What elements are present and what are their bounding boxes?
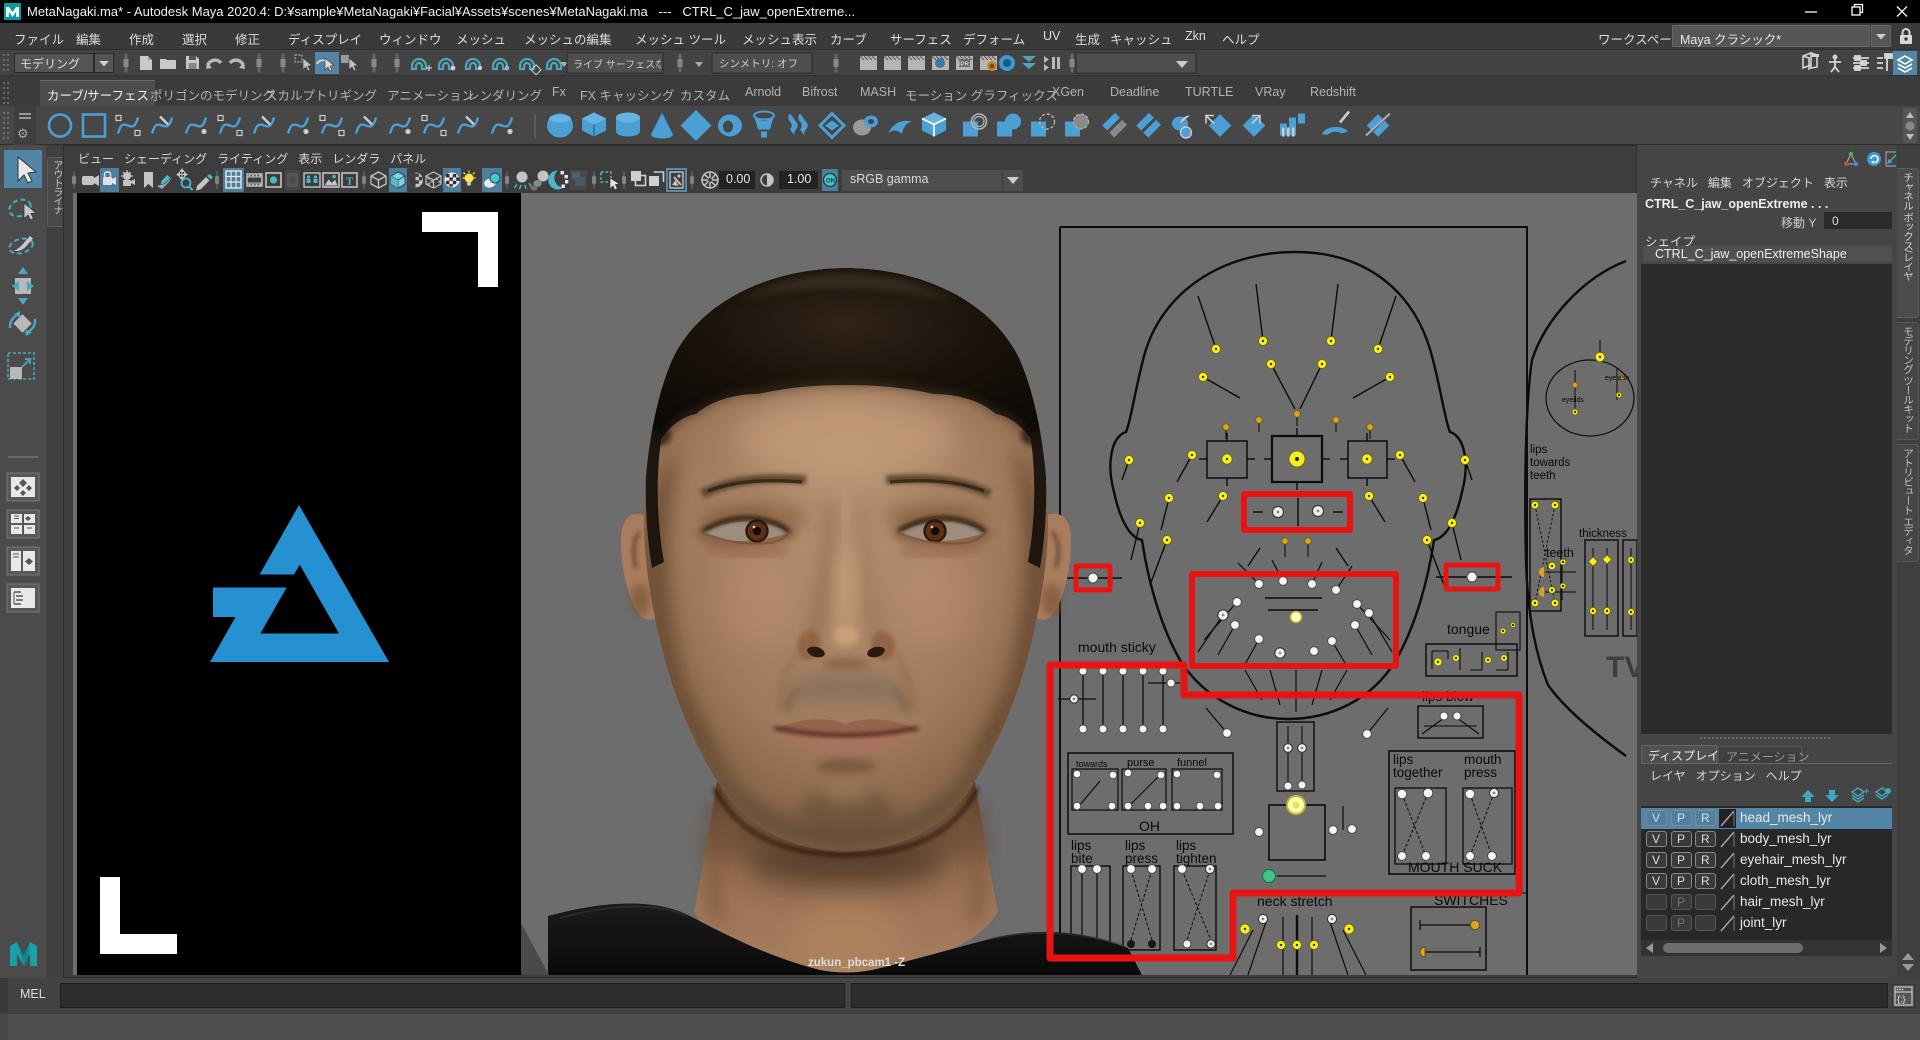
svg-text:eyelash: eyelash — [1605, 375, 1629, 382]
svg-text:zukun_pbcam1 -Z: zukun_pbcam1 -Z — [808, 957, 905, 969]
svg-text:eyelids: eyelids — [1562, 397, 1584, 404]
svg-text:purse: purse — [1127, 757, 1155, 769]
svg-text:T: T — [346, 176, 354, 188]
svg-text:tighten: tighten — [1176, 851, 1217, 866]
svg-text:teeth: teeth — [1530, 470, 1556, 482]
svg-text:thickness: thickness — [1579, 528, 1627, 540]
svg-text:mouth sticky: mouth sticky — [1078, 639, 1156, 655]
svg-text:towards: towards — [1076, 759, 1108, 769]
svg-text:MOUTH SUCK: MOUTH SUCK — [1408, 859, 1503, 875]
svg-text:{;}: {;} — [1897, 994, 1906, 1004]
svg-text:ON: ON — [826, 179, 835, 185]
svg-text:teeth: teeth — [1546, 546, 1574, 560]
svg-text:TV: TV — [1606, 651, 1637, 684]
svg-text:bite: bite — [1071, 851, 1093, 866]
svg-text:lips: lips — [1530, 444, 1548, 456]
svg-text:funnel: funnel — [1177, 757, 1207, 769]
svg-text:tongue: tongue — [1447, 621, 1490, 637]
svg-text:press: press — [1125, 851, 1158, 866]
svg-text:+: + — [1864, 786, 1869, 796]
svg-text:towards: towards — [1530, 457, 1571, 469]
svg-text:IPR: IPR — [959, 62, 970, 68]
svg-text:press: press — [1464, 765, 1497, 780]
svg-text:together: together — [1393, 765, 1443, 780]
svg-text:OH: OH — [1139, 818, 1160, 834]
